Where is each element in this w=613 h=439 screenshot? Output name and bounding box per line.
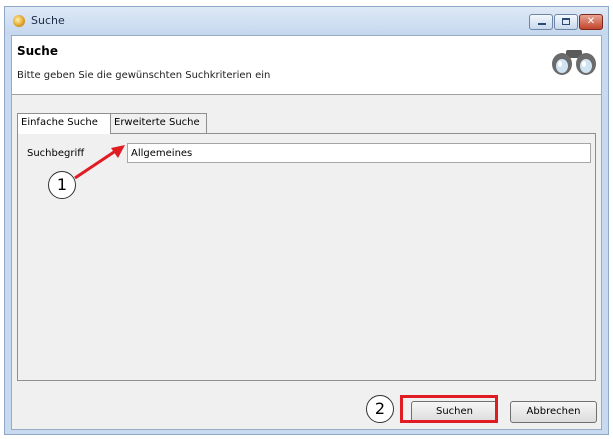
search-term-label: Suchbegriff — [27, 148, 85, 159]
maximize-icon — [562, 18, 570, 25]
title-bar[interactable]: Suche ✕ — [5, 7, 608, 35]
search-term-input[interactable] — [127, 143, 591, 163]
dialog-subtitle: Bitte geben Sie die gewünschten Suchkrit… — [17, 70, 271, 81]
binoculars-icon — [552, 50, 596, 75]
minimize-icon — [538, 23, 546, 25]
dialog-content: Suche Bitte geben Sie die gewünschten Su… — [11, 35, 602, 430]
cancel-button[interactable]: Abbrechen — [510, 401, 597, 423]
minimize-button[interactable] — [529, 14, 553, 30]
callout-2: 2 — [366, 395, 394, 423]
dialog-title: Suche — [17, 44, 58, 58]
search-dialog-window: Suche ✕ Suche Bitte geben Sie die gewüns… — [4, 6, 609, 435]
tab-simple-search[interactable]: Einfache Suche — [17, 113, 111, 134]
close-button[interactable]: ✕ — [579, 14, 603, 30]
tab-advanced-search[interactable]: Erweiterte Suche — [111, 113, 207, 133]
callout-1: 1 — [48, 171, 76, 199]
app-icon — [13, 15, 25, 27]
dialog-header: Suche Bitte geben Sie die gewünschten Su… — [12, 36, 601, 95]
maximize-button[interactable] — [554, 14, 578, 30]
simple-search-panel: Suchbegriff — [17, 133, 596, 381]
close-icon: ✕ — [586, 16, 596, 27]
search-button-highlight — [400, 395, 498, 423]
window-title: Suche — [31, 14, 65, 27]
